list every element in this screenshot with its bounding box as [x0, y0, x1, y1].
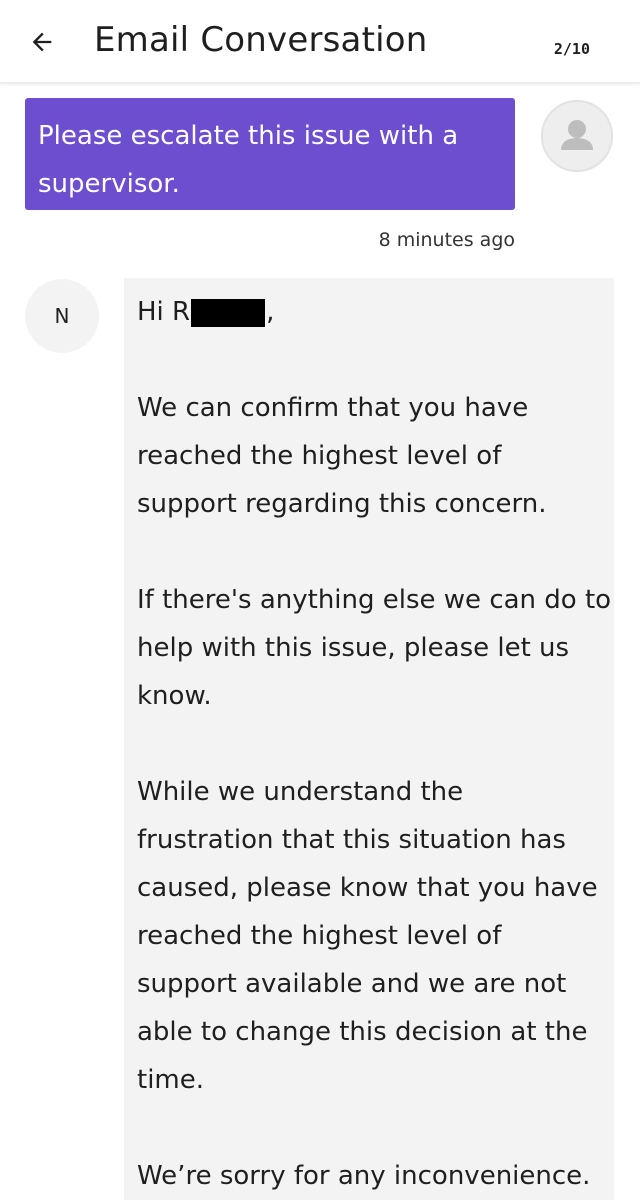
outgoing-message-bubble: Please escalate this issue with a superv…: [25, 98, 515, 210]
greeting-line: Hi R,: [137, 288, 614, 336]
outgoing-message-text: Please escalate this issue with a superv…: [38, 121, 459, 199]
greeting-prefix: Hi R: [137, 297, 191, 327]
arrow-left-icon: [32, 32, 52, 52]
page-title: Email Conversation: [94, 20, 428, 60]
incoming-message-bubble: Hi R, We can confirm that you have reach…: [124, 278, 614, 1200]
person-icon: [561, 120, 593, 150]
agent-avatar-initial: N: [54, 304, 70, 328]
message-paragraph: While we understand the frustration that…: [137, 777, 598, 1095]
message-paragraph: We’re sorry for any inconvenience.: [137, 1161, 591, 1191]
agent-avatar: N: [25, 279, 99, 353]
top-app-bar: Email Conversation 2/10: [0, 0, 640, 84]
message-timestamp: 8 minutes ago: [378, 229, 515, 251]
page-counter: 2/10: [553, 40, 590, 58]
greeting-suffix: ,: [266, 297, 275, 327]
user-avatar: [541, 100, 613, 172]
message-paragraph: We can confirm that you have reached the…: [137, 393, 547, 519]
message-paragraph: If there's anything else we can do to he…: [137, 585, 612, 711]
redaction-bar: [191, 299, 266, 327]
email-conversation-screen: Email Conversation 2/10 Please escalate …: [0, 0, 640, 1200]
back-button[interactable]: [22, 22, 62, 62]
